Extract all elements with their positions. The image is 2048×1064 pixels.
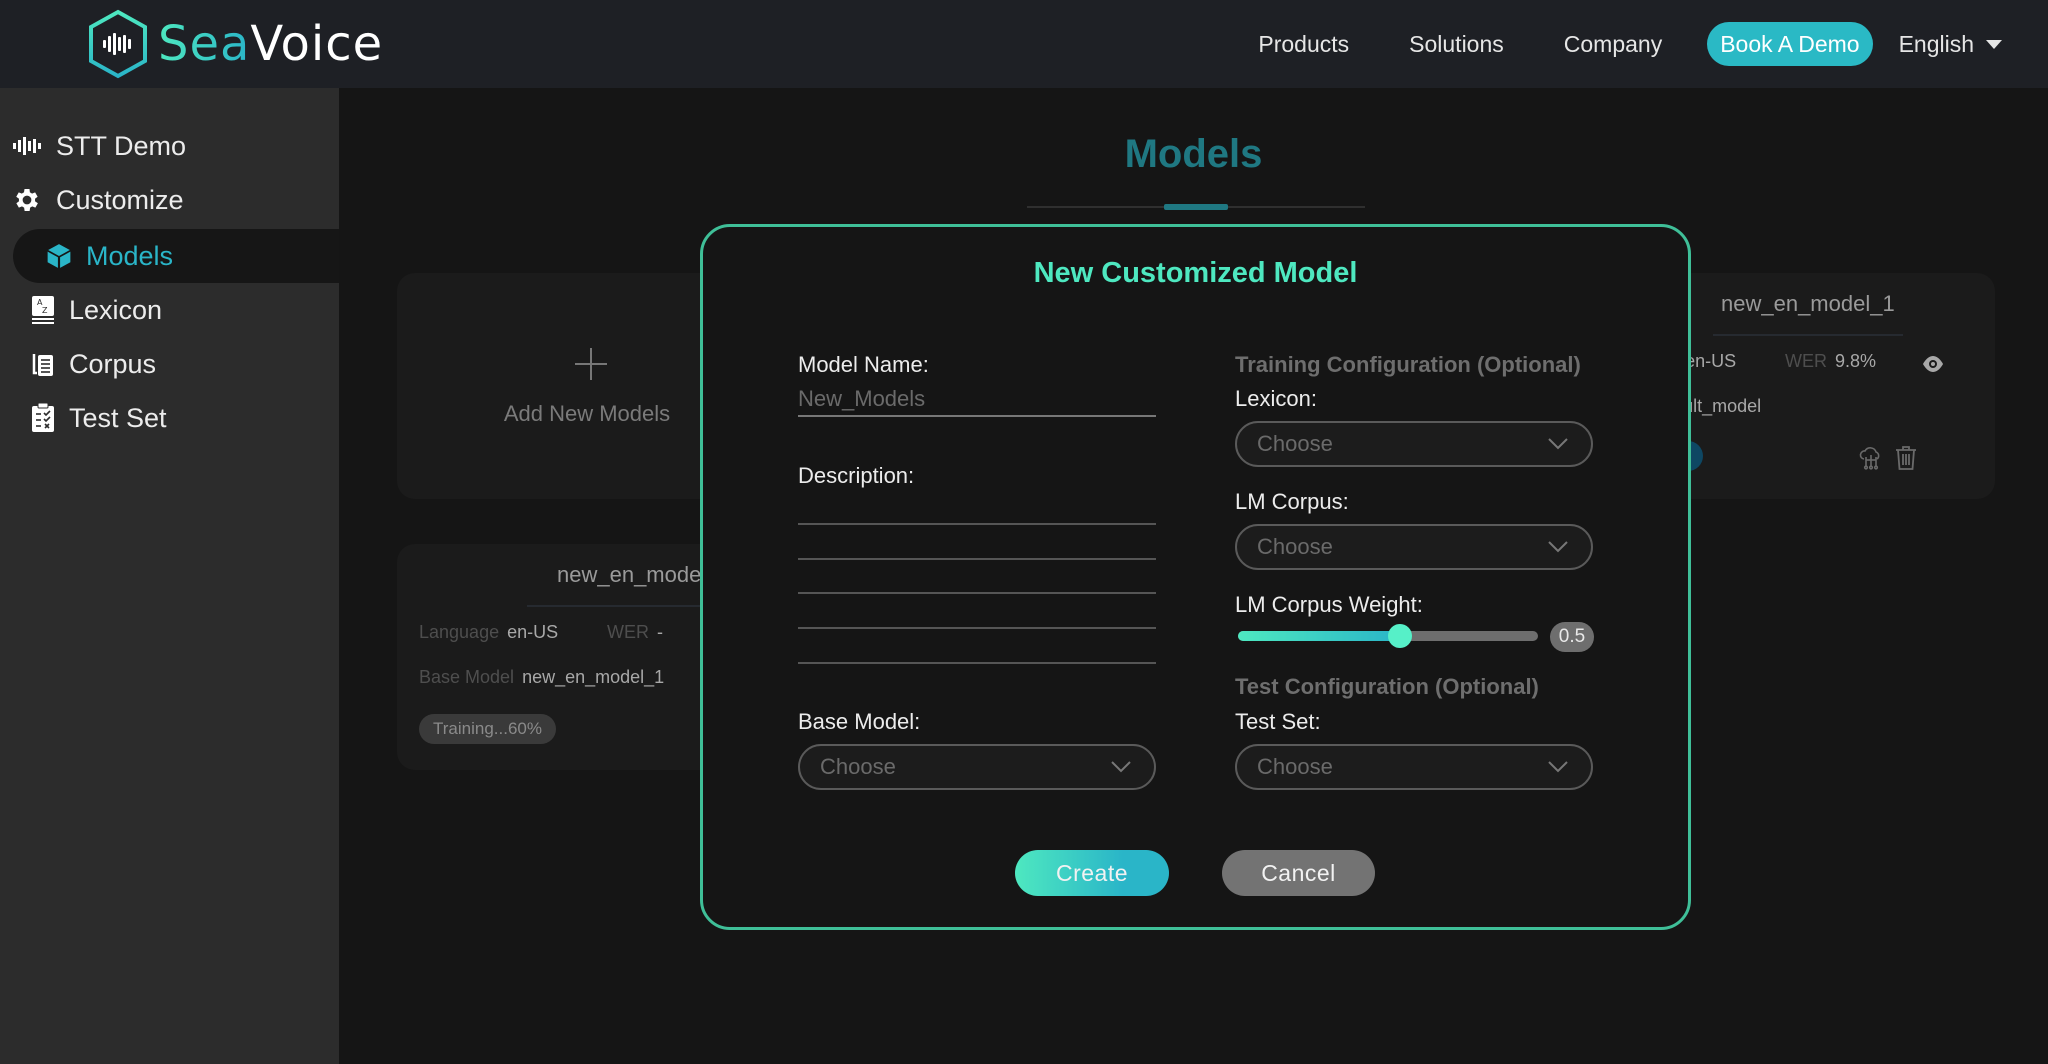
sidebar-item-customize[interactable]: Customize [12, 180, 184, 220]
test-config-heading: Test Configuration (Optional) [1235, 674, 1539, 699]
language-value: en-US [1685, 351, 1737, 371]
model-wer: WER - [607, 622, 663, 643]
top-header: SeaVoice Products Solutions Company Book… [0, 0, 2048, 88]
wer-value: 9.8% [1835, 351, 1877, 371]
gear-icon [12, 185, 42, 215]
documents-icon [31, 350, 55, 378]
lm-corpus-select[interactable]: Choose [1235, 524, 1593, 570]
description-label: Description: [798, 463, 915, 488]
cube-icon [46, 243, 72, 269]
model-language: Language en-US [419, 622, 558, 643]
clipboard-check-icon [31, 403, 55, 433]
model-base: Base Model new_en_model_1 [419, 667, 664, 688]
sidebar-item-label: Customize [56, 184, 184, 215]
description-line [798, 627, 1156, 629]
chevron-down-icon [1548, 761, 1568, 773]
lexicon-label: Lexicon: [1235, 386, 1317, 411]
nav-solutions[interactable]: Solutions [1409, 31, 1504, 58]
cancel-button[interactable]: Cancel [1222, 850, 1375, 896]
sidebar-item-label: Lexicon [69, 294, 163, 325]
sidebar-item-label: Corpus [69, 348, 157, 379]
test-set-select[interactable]: Choose [1235, 744, 1593, 790]
new-model-dialog: New Customized Model Model Name: Descrip… [700, 224, 1691, 930]
select-value: Choose [1257, 754, 1333, 779]
sidebar-item-models[interactable]: Models [13, 229, 339, 283]
nav-company[interactable]: Company [1564, 31, 1662, 58]
wer-value: - [657, 622, 663, 642]
card-title-divider [527, 605, 717, 607]
base-model-key: Base Model [419, 667, 515, 687]
sidebar-item-label: STT Demo [56, 130, 187, 161]
lexicon-select[interactable]: Choose [1235, 421, 1593, 467]
book-az-icon: AZ [31, 295, 55, 325]
select-value: Choose [1257, 534, 1333, 559]
waveform-icon [12, 136, 42, 156]
select-value: Choose [1257, 431, 1333, 456]
chevron-down-icon [1111, 761, 1131, 773]
sidebar-item-corpus[interactable]: Corpus [31, 344, 156, 384]
language-value: en-US [507, 622, 559, 642]
status-badge: Training...60% [419, 714, 556, 744]
language-key: Language [419, 622, 500, 642]
card-title-divider [1713, 334, 1903, 336]
base-model-value: new_en_model_1 [522, 667, 665, 687]
base-model-select[interactable]: Choose [798, 744, 1156, 790]
brand-name-sea: Sea [158, 16, 251, 72]
lm-weight-value: 0.5 [1550, 622, 1594, 652]
title-indicator [1164, 204, 1228, 210]
sidebar: STT Demo Customize Models AZ Lexicon Cor… [0, 88, 339, 1064]
description-line [798, 662, 1156, 664]
page-title: Models [1124, 132, 1263, 176]
chevron-down-icon [1548, 438, 1568, 450]
cloud-deploy-icon[interactable] [1858, 445, 1884, 471]
seavoice-logo[interactable]: SeaVoice [86, 8, 383, 80]
eye-icon[interactable] [1921, 355, 1945, 373]
slider-knob[interactable] [1388, 624, 1412, 648]
model-name-label: Model Name: [798, 352, 929, 377]
training-config-heading: Training Configuration (Optional) [1235, 352, 1581, 377]
sidebar-item-lexicon[interactable]: AZ Lexicon [31, 290, 162, 330]
slider-fill [1238, 631, 1400, 641]
model-wer: WER 9.8% [1785, 351, 1876, 372]
trash-icon[interactable] [1895, 445, 1917, 471]
lm-weight-label: LM Corpus Weight: [1235, 592, 1423, 617]
create-button[interactable]: Create [1015, 850, 1169, 896]
svg-text:Z: Z [42, 306, 48, 315]
description-line [798, 558, 1156, 560]
sidebar-item-test-set[interactable]: Test Set [31, 398, 167, 438]
hexagon-waveform-icon [89, 9, 147, 79]
book-demo-button[interactable]: Book A Demo [1707, 22, 1873, 66]
base-model-label: Base Model: [798, 709, 921, 734]
sidebar-item-label: Test Set [69, 402, 167, 433]
chevron-down-icon [1548, 541, 1568, 553]
wer-key: WER [607, 622, 649, 642]
top-nav: Products Solutions Company Book A Demo E… [1258, 22, 2002, 66]
language-selector[interactable]: English [1899, 31, 2002, 58]
description-line [798, 592, 1156, 594]
model-name-input[interactable] [798, 385, 1156, 417]
description-line [798, 523, 1156, 525]
lm-weight-slider[interactable] [1238, 624, 1538, 648]
test-set-label: Test Set: [1235, 709, 1321, 734]
wer-key: WER [1785, 351, 1827, 371]
sidebar-item-stt-demo[interactable]: STT Demo [12, 126, 186, 166]
language-label: English [1898, 30, 1974, 57]
plus-icon [575, 348, 607, 380]
brand-name-voice: Voice [250, 16, 384, 72]
nav-products[interactable]: Products [1258, 31, 1349, 58]
brand-name: SeaVoice [158, 16, 383, 72]
sidebar-item-label: Models [86, 240, 174, 271]
model-card-title: new_en_model_1 [1721, 291, 1895, 316]
lm-corpus-label: LM Corpus: [1235, 489, 1349, 514]
dialog-title: New Customized Model [1033, 257, 1358, 289]
select-value: Choose [820, 754, 896, 779]
caret-down-icon [1986, 39, 2002, 49]
